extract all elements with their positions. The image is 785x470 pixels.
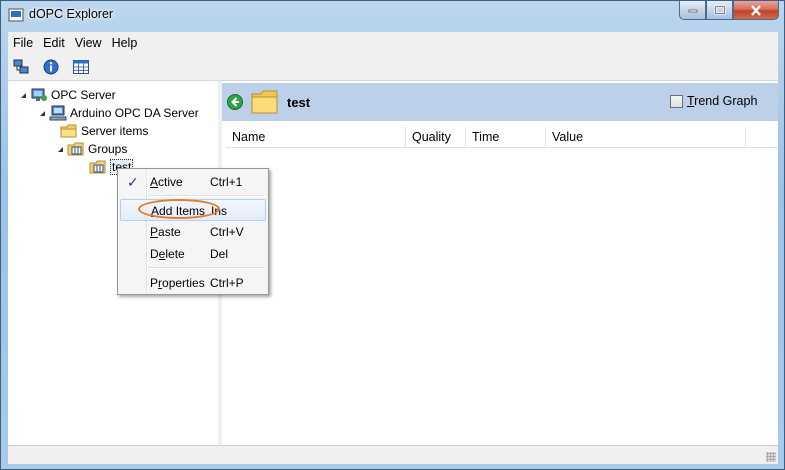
tree-label: Arduino OPC DA Server — [70, 106, 199, 120]
tree-label: Server items — [81, 124, 149, 138]
checkmark-icon: ✓ — [127, 174, 139, 190]
checkbox-box[interactable] — [670, 94, 683, 108]
menu-item-properties[interactable]: Properties Ctrl+P — [120, 272, 266, 294]
menu-edit[interactable]: Edit — [38, 32, 70, 54]
expanded-arrow-icon[interactable] — [19, 91, 27, 99]
column-header-time[interactable]: Time — [466, 127, 546, 147]
minimize-button[interactable] — [679, 1, 706, 20]
close-icon — [751, 4, 761, 16]
toolbar-info-button[interactable] — [41, 58, 61, 76]
expanded-arrow-icon[interactable] — [38, 109, 46, 117]
window-title: dOPC Explorer — [29, 7, 114, 21]
computer-icon — [49, 105, 67, 121]
title-bar[interactable]: dOPC Explorer — [1, 1, 784, 31]
back-arrow-icon[interactable] — [227, 94, 243, 110]
close-button[interactable] — [733, 1, 779, 20]
menu-item-shortcut: Ctrl+P — [210, 276, 244, 290]
menu-item-label: Properties — [150, 276, 205, 290]
column-header-name[interactable]: Name — [226, 127, 406, 147]
tree-label: OPC Server — [51, 88, 116, 102]
menu-file[interactable]: File — [8, 32, 38, 54]
column-header-quality[interactable]: Quality — [406, 127, 466, 147]
menu-help[interactable]: Help — [107, 32, 143, 54]
items-pane: test Trend Graph Name Quality Time Value — [222, 81, 778, 445]
menu-item-paste[interactable]: Paste Ctrl+V — [120, 221, 266, 243]
trend-graph-checkbox[interactable]: Trend Graph — [670, 94, 757, 108]
menu-bar: File Edit View Help — [8, 32, 778, 54]
server-icon — [30, 87, 48, 103]
group-header: test Trend Graph — [222, 83, 778, 121]
menu-item-shortcut: Ctrl+V — [210, 225, 244, 239]
menu-item-shortcut: Del — [210, 247, 229, 261]
expanded-arrow-icon[interactable] — [56, 145, 64, 153]
toolbar-network-button[interactable] — [11, 58, 31, 76]
items-list-header: Name Quality Time Value — [226, 127, 778, 148]
table-icon — [73, 60, 89, 74]
restore-icon — [714, 5, 725, 15]
tree-node-server-items[interactable]: Server items — [60, 122, 148, 140]
tree-label: Groups — [88, 142, 128, 156]
menu-view[interactable]: View — [70, 32, 107, 54]
trend-graph-label: Trend Graph — [687, 94, 758, 108]
info-icon — [43, 59, 59, 75]
group-folder-icon — [67, 141, 85, 157]
menu-item-label: Delete — [150, 247, 185, 261]
menu-separator — [148, 267, 264, 269]
status-bar — [8, 445, 778, 464]
menu-separator — [148, 195, 264, 197]
tree-node-opc-server[interactable]: OPC Server — [19, 86, 116, 104]
app-icon — [8, 8, 24, 22]
column-header-value[interactable]: Value — [546, 127, 746, 147]
network-icon — [13, 59, 29, 74]
group-folder-icon — [89, 159, 107, 175]
menu-item-label: Active — [150, 175, 183, 189]
menu-item-shortcut: Ctrl+1 — [210, 175, 243, 189]
caption-buttons — [679, 1, 779, 20]
toolbar-table-button[interactable] — [71, 58, 91, 76]
folder-icon — [251, 90, 278, 114]
toolbar — [8, 54, 778, 81]
context-menu: ✓ Active Ctrl+1 Add Items Ins Paste Ctrl… — [117, 168, 269, 295]
maximize-button[interactable] — [706, 1, 733, 20]
group-title: test — [287, 95, 311, 110]
tree-node-groups[interactable]: Groups — [56, 140, 127, 158]
tree-node-arduino-server[interactable]: Arduino OPC DA Server — [38, 104, 199, 122]
resize-grip-icon[interactable] — [766, 452, 776, 462]
highlight-ring-annotation — [138, 199, 220, 219]
menu-item-label: Paste — [150, 225, 181, 239]
menu-item-delete[interactable]: Delete Del — [120, 243, 266, 265]
folder-icon — [60, 123, 78, 139]
menu-item-active[interactable]: ✓ Active Ctrl+1 — [120, 171, 266, 193]
minimize-icon — [688, 9, 697, 13]
